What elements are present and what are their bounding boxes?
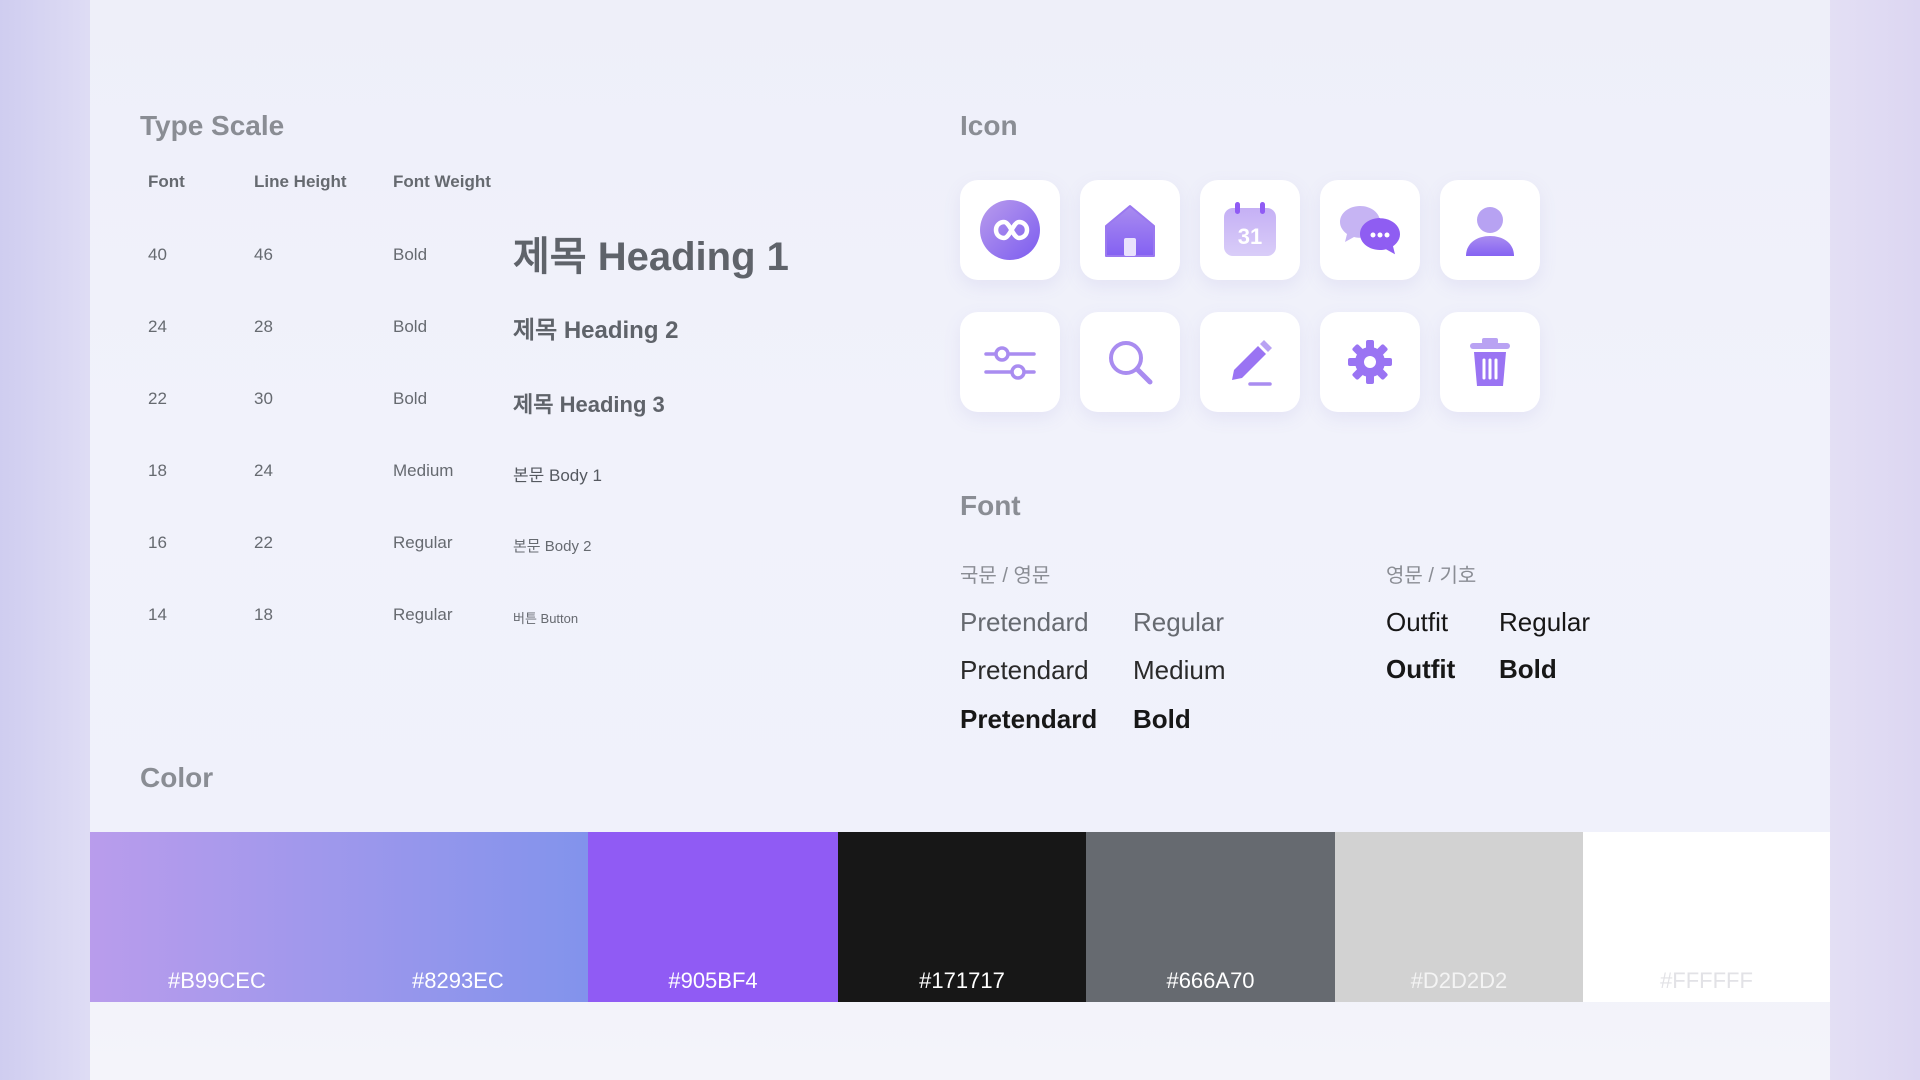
- font-weight-label: Medium: [1133, 655, 1226, 685]
- font-size-value: 16: [148, 533, 167, 552]
- sample-body-1: 본문 Body 1: [513, 466, 602, 485]
- header-font: Font: [148, 172, 185, 191]
- home-icon: [1105, 205, 1155, 257]
- color-swatch: #171717: [838, 832, 1086, 1002]
- line-height-value: 24: [254, 461, 273, 480]
- line-height-value: 22: [254, 533, 273, 552]
- chat-icon: [1340, 206, 1400, 255]
- color-palette: #B99CEC #8293EC #905BF4 #171717 #666A70 …: [90, 832, 1830, 1002]
- trash-icon-tile[interactable]: [1440, 312, 1540, 412]
- font-weight-value: Medium: [393, 461, 454, 480]
- search-icon: [1109, 341, 1153, 385]
- font-weight-label: Regular: [1499, 607, 1591, 637]
- font-name: Outfit: [1386, 607, 1449, 637]
- color-hex: #D2D2D2: [1410, 968, 1508, 993]
- font-weight-label: Bold: [1133, 704, 1191, 734]
- font-size-value: 14: [148, 605, 167, 624]
- infinity-icon: [980, 200, 1040, 260]
- color-hex: #905BF4: [668, 968, 758, 993]
- home-icon-tile[interactable]: [1080, 180, 1180, 280]
- color-hex: #B99CEC: [168, 968, 266, 993]
- font-size-value: 40: [148, 245, 167, 264]
- font-size-value: 24: [148, 317, 167, 336]
- chat-icon-tile[interactable]: [1320, 180, 1420, 280]
- font-title: Font: [960, 490, 1021, 521]
- sample-body-2: 본문 Body 2: [513, 538, 592, 555]
- color-swatch: #D2D2D2: [1335, 832, 1583, 1002]
- user-icon: [1466, 207, 1514, 256]
- sample-button: 버튼 Button: [513, 611, 579, 626]
- header-line-height: Line Height: [254, 172, 347, 191]
- settings-icon-tile[interactable]: [1320, 312, 1420, 412]
- color-hex: #FFFFFF: [1660, 968, 1753, 993]
- font-weight-value: Bold: [393, 389, 428, 408]
- line-height-value: 18: [254, 605, 273, 624]
- sample-heading-2: 제목 Heading 2: [513, 317, 679, 344]
- infinity-icon-tile[interactable]: [960, 180, 1060, 280]
- calendar-day: 31: [1238, 224, 1262, 249]
- color-swatch: #666A70: [1086, 832, 1335, 1002]
- icon-title: Icon: [960, 110, 1018, 141]
- color-title: Color: [140, 762, 214, 793]
- gradient-swatch: #B99CEC #8293EC: [90, 832, 588, 1002]
- font-name: Pretendard: [960, 655, 1089, 685]
- calendar-icon-tile[interactable]: 31: [1200, 180, 1300, 280]
- type-scale-title: Type Scale: [140, 110, 285, 141]
- header-font-weight: Font Weight: [393, 172, 491, 191]
- color-hex: #666A70: [1166, 968, 1255, 993]
- font-weight-value: Bold: [393, 317, 428, 336]
- english-font-label: 영문 / 기호: [1386, 565, 1477, 587]
- font-size-value: 22: [148, 389, 167, 408]
- sample-heading-3: 제목 Heading 3: [513, 392, 665, 417]
- font-weight-value: Bold: [393, 245, 428, 264]
- font-weight-label: Regular: [1133, 607, 1225, 637]
- color-swatch: #FFFFFF: [1583, 832, 1830, 1002]
- color-hex: #171717: [919, 968, 1005, 993]
- search-icon-tile[interactable]: [1080, 312, 1180, 412]
- font-weight-label: Bold: [1499, 654, 1557, 684]
- font-name: Outfit: [1386, 654, 1456, 684]
- sliders-icon-tile[interactable]: [960, 312, 1060, 412]
- font-weight-value: Regular: [393, 533, 453, 552]
- edit-icon-tile[interactable]: [1200, 312, 1300, 412]
- user-icon-tile[interactable]: [1440, 180, 1540, 280]
- line-height-value: 30: [254, 389, 273, 408]
- edit-icon: [1232, 340, 1272, 386]
- font-size-value: 18: [148, 461, 167, 480]
- font-weight-value: Regular: [393, 605, 453, 624]
- sliders-icon: [984, 346, 1036, 380]
- color-swatch: #905BF4: [588, 832, 838, 1002]
- sample-heading-1: 제목 Heading 1: [513, 235, 789, 279]
- settings-icon: [1348, 340, 1392, 384]
- line-height-value: 46: [254, 245, 273, 264]
- color-hex: #8293EC: [412, 968, 504, 993]
- font-name: Pretendard: [960, 704, 1098, 734]
- line-height-value: 28: [254, 317, 273, 336]
- korean-font-label: 국문 / 영문: [960, 565, 1051, 587]
- font-name: Pretendard: [960, 607, 1089, 637]
- trash-icon: [1470, 338, 1510, 386]
- calendar-icon: 31: [1224, 202, 1276, 256]
